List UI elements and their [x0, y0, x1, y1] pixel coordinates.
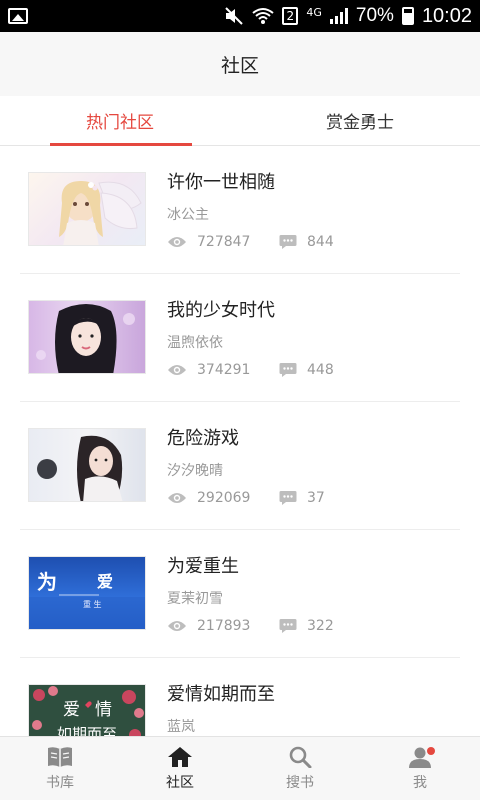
cover-image — [28, 300, 146, 374]
item-author: 夏茉初雪 — [167, 591, 223, 607]
item-author: 蓝岚 — [167, 719, 195, 735]
bottom-nav: 书库 社区 搜书 我 — [0, 736, 480, 800]
view-count: 217893 — [197, 618, 251, 634]
comment-icon — [279, 235, 297, 249]
item-author: 温煦依依 — [167, 335, 223, 351]
eye-icon — [168, 237, 186, 247]
community-list[interactable]: 许你一世相随 冰公主 727847 844 我的少女时代 温煦依依 374291… — [0, 146, 480, 736]
cover-text: 重 生 — [83, 599, 102, 609]
list-item[interactable]: 为 爱 重 生 为爱重生 夏茉初雪 217893 322 — [20, 530, 460, 658]
signal-icon — [329, 8, 348, 24]
nav-search[interactable]: 搜书 — [240, 737, 360, 800]
list-item[interactable]: 许你一世相随 冰公主 727847 844 — [20, 146, 460, 274]
eye-icon — [168, 493, 186, 503]
tab-bounty-warriors[interactable]: 赏金勇士 — [240, 96, 480, 145]
cover-text: 为 — [37, 570, 57, 594]
book-icon — [48, 746, 72, 767]
item-stats: 217893 322 — [167, 618, 334, 634]
nav-label: 书库 — [46, 774, 74, 791]
cover-text: 爱 — [63, 700, 80, 720]
cover-text: 如期而至 — [57, 725, 117, 736]
list-item[interactable]: 危险游戏 汐汐晚晴 292069 37 — [20, 402, 460, 530]
battery-percent: 70% — [355, 5, 394, 26]
cover-text: 爱 — [97, 572, 113, 591]
cover-image — [28, 428, 146, 502]
item-title[interactable]: 许你一世相随 — [167, 168, 275, 194]
page-title: 社区 — [220, 54, 259, 77]
comment-icon — [279, 491, 297, 505]
view-count: 374291 — [197, 362, 251, 378]
wifi-icon — [252, 8, 274, 24]
home-icon — [168, 746, 192, 767]
clock: 10:02 — [421, 4, 472, 27]
tab-hot-community[interactable]: 热门社区 — [0, 96, 240, 146]
battery-icon — [401, 7, 414, 25]
nav-label: 搜书 — [286, 774, 314, 791]
item-stats: 292069 37 — [167, 490, 325, 506]
view-count: 292069 — [197, 490, 251, 506]
nav-community[interactable]: 社区 — [120, 737, 240, 800]
list-item[interactable]: 我的少女时代 温煦依依 374291 448 — [20, 274, 460, 402]
comment-icon — [279, 619, 297, 633]
status-bar: 2 4G 70% 10:02 — [0, 0, 480, 32]
nav-label: 我 — [413, 774, 427, 791]
nav-library[interactable]: 书库 — [0, 737, 120, 800]
item-title[interactable]: 为爱重生 — [167, 552, 239, 578]
item-title[interactable]: 我的少女时代 — [167, 296, 275, 322]
image-icon — [8, 8, 28, 24]
item-title[interactable]: 危险游戏 — [167, 424, 239, 450]
cover-image: 爱 情 如期而至 — [28, 684, 146, 736]
nav-me[interactable]: 我 — [360, 737, 480, 800]
comment-count: 844 — [307, 234, 334, 250]
view-count: 727847 — [197, 234, 251, 250]
item-title[interactable]: 爱情如期而至 — [167, 680, 275, 706]
list-item[interactable]: 爱 情 如期而至 爱情如期而至 蓝岚 — [20, 658, 460, 736]
comment-count: 37 — [307, 490, 325, 506]
app-header: 社区 — [0, 32, 480, 96]
sim-icon: 2 — [282, 7, 299, 25]
mute-icon — [225, 7, 244, 25]
item-author: 冰公主 — [167, 207, 209, 223]
notification-badge — [427, 747, 435, 755]
search-icon — [289, 746, 312, 768]
cover-image — [28, 172, 146, 246]
cover-image: 为 爱 重 生 — [28, 556, 146, 630]
item-stats: 727847 844 — [167, 234, 334, 250]
tab-bar: 热门社区 赏金勇士 — [0, 96, 480, 146]
comment-count: 322 — [307, 618, 334, 634]
cover-text: 情 — [95, 700, 112, 720]
network-type: 4G — [306, 5, 322, 19]
comment-count: 448 — [307, 362, 334, 378]
item-author: 汐汐晚晴 — [167, 463, 223, 479]
item-stats: 374291 448 — [167, 362, 334, 378]
eye-icon — [168, 365, 186, 375]
nav-label: 社区 — [166, 774, 194, 791]
comment-icon — [279, 363, 297, 377]
eye-icon — [168, 621, 186, 631]
